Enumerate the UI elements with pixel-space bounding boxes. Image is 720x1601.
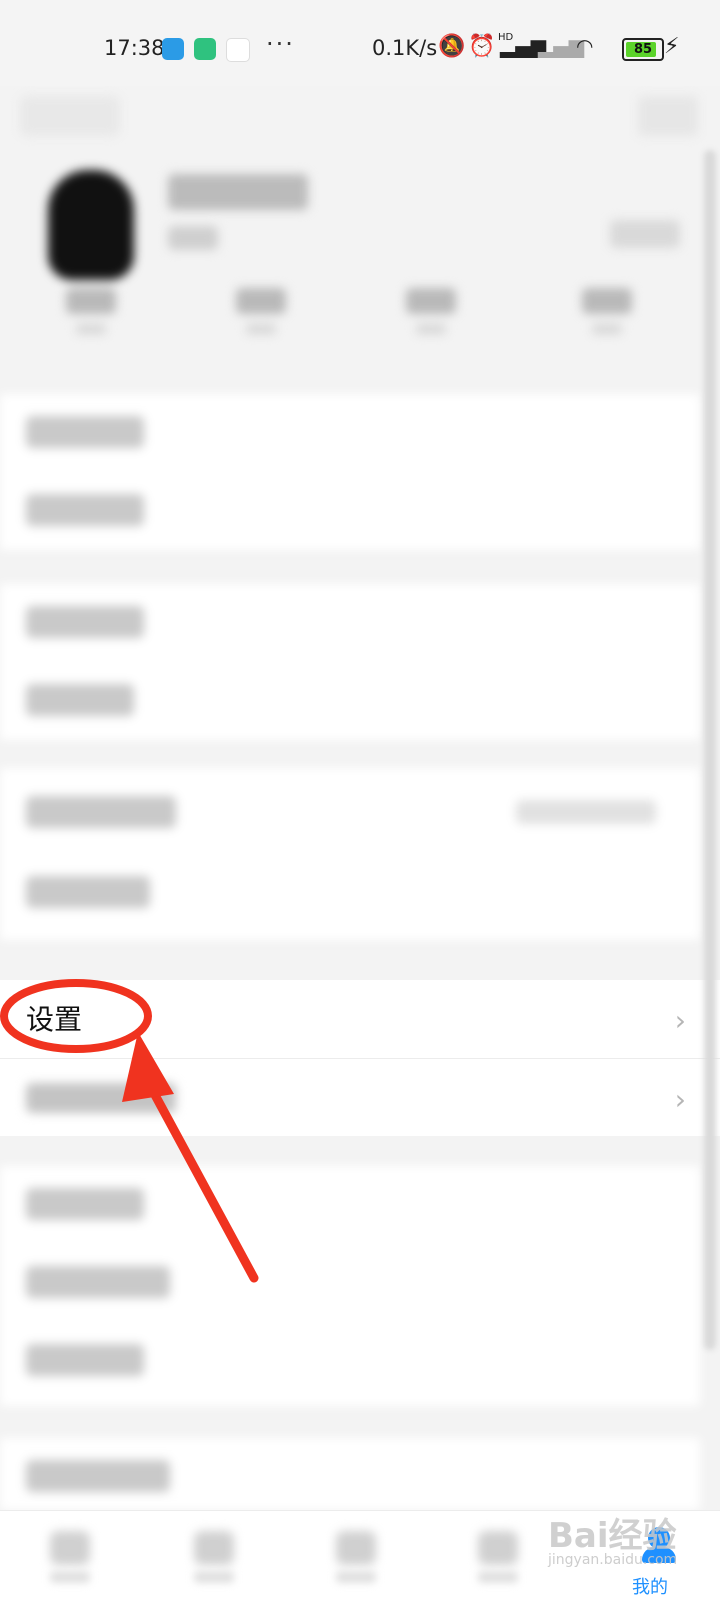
list-item[interactable] (0, 1166, 700, 1244)
tab-4[interactable] (478, 1531, 518, 1565)
username-placeholder (168, 174, 308, 210)
stat-1[interactable] (66, 288, 116, 314)
tab-3-label (336, 1571, 376, 1583)
stat-2[interactable] (236, 288, 286, 314)
list-item[interactable] (0, 854, 700, 932)
menu-group-2 (0, 584, 700, 740)
settings-row[interactable]: 设置 › (0, 980, 720, 1059)
tab-1-label (50, 1571, 90, 1583)
baidu-watermark-url: jingyan.baidu.com (548, 1552, 678, 1568)
avatar[interactable] (48, 170, 134, 280)
list-item[interactable] (0, 774, 700, 852)
tab-2-label (194, 1571, 234, 1583)
status-bar: 17:38 ··· 0.1K/s 🔕 ⏰ HD ▂▄▆ ▂▄▆ ◠ 85 ⚡ (0, 0, 720, 86)
list-item[interactable] (0, 394, 700, 472)
profile-link-placeholder[interactable] (610, 220, 680, 248)
baidu-watermark: Bai经验 (548, 1516, 677, 1556)
tab-3[interactable] (336, 1531, 376, 1565)
stat-4[interactable] (582, 288, 632, 314)
sina-icon (226, 38, 250, 62)
list-item[interactable] (0, 472, 700, 550)
menu-group-1 (0, 394, 700, 550)
scrollbar[interactable] (704, 150, 716, 1350)
menu-group-3 (0, 768, 700, 940)
battery-icon: 85 (622, 38, 664, 61)
settings-label: 设置 (26, 1003, 83, 1036)
chevron-right-icon: › (674, 1083, 686, 1116)
list-item[interactable] (0, 584, 700, 662)
more-notifications-icon: ··· (266, 30, 295, 58)
stat-3[interactable] (406, 288, 456, 314)
tab-2[interactable] (194, 1531, 234, 1565)
settings-group: 设置 › › (0, 980, 720, 1136)
stat-4-caption (592, 324, 622, 334)
chevron-right-icon: › (674, 1004, 686, 1037)
top-bar (0, 86, 720, 146)
list-item[interactable] (0, 1322, 700, 1400)
top-right-button[interactable] (638, 96, 698, 136)
tab-mine-label: 我的 (632, 1577, 668, 1598)
wifi-icon: ◠ (576, 34, 594, 58)
charging-icon: ⚡ (664, 34, 680, 59)
telegram-icon (162, 38, 184, 60)
menu-group-4 (0, 1166, 700, 1406)
mute-icon: 🔕 (438, 34, 466, 59)
stat-1-caption (76, 324, 106, 334)
tab-1[interactable] (50, 1531, 90, 1565)
user-subtitle-placeholder (168, 226, 218, 250)
list-item[interactable] (0, 1244, 700, 1322)
top-left-button[interactable] (20, 96, 120, 136)
tab-4-label (478, 1571, 518, 1583)
menu-group-5 (0, 1438, 700, 1510)
status-time: 17:38 (104, 36, 165, 60)
list-item[interactable] (0, 1438, 700, 1516)
shield-app-icon (194, 38, 216, 60)
alarm-icon: ⏰ (468, 34, 496, 59)
list-item[interactable] (0, 662, 700, 740)
network-speed: 0.1K/s (372, 36, 438, 60)
stat-3-caption (416, 324, 446, 334)
stat-2-caption (246, 324, 276, 334)
battery-level: 85 (633, 42, 653, 57)
profile-header (0, 146, 720, 386)
list-item[interactable]: › (0, 1059, 720, 1137)
